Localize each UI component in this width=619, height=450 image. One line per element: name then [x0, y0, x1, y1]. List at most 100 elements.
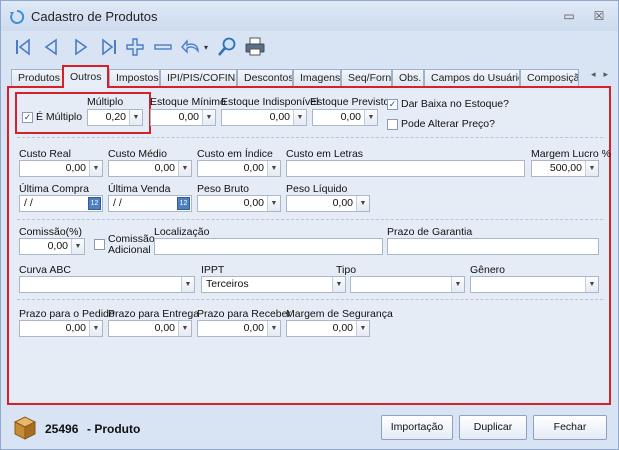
chevron-down-icon[interactable]: ▼ — [332, 277, 345, 292]
e-multiplo-checkbox[interactable]: ✓ — [22, 112, 33, 123]
chevron-down-icon[interactable]: ▼ — [129, 110, 142, 125]
alterar-preco-checkbox[interactable] — [387, 119, 398, 130]
margem-lucro-value: 500,00 — [549, 162, 582, 174]
tab-seq-forn[interactable]: Seq/Forn — [341, 69, 392, 87]
minimize-button[interactable]: ▭ — [561, 9, 577, 23]
calendar-icon[interactable]: 12 — [177, 197, 190, 210]
chevron-down-icon[interactable]: ▼ — [356, 196, 369, 211]
custo-letras-input[interactable] — [286, 160, 525, 177]
toolbar: ▾ — [11, 35, 311, 61]
localizacao-input[interactable] — [154, 238, 383, 255]
chevron-down-icon[interactable]: ▼ — [356, 321, 369, 336]
dar-baixa-label: Dar Baixa no Estoque? — [401, 98, 509, 110]
prazo-pedido-label: Prazo para o Pedido — [19, 308, 115, 320]
remove-icon[interactable] — [151, 35, 175, 59]
chevron-down-icon[interactable]: ▼ — [181, 277, 194, 292]
curva-abc-label: Curva ABC — [19, 264, 71, 276]
custo-indice-input[interactable]: 0,00 ▼ — [197, 160, 281, 177]
prazo-receber-value: 0,00 — [243, 322, 264, 334]
multiplo-input[interactable]: 0,20 ▼ — [87, 109, 143, 126]
previous-record-icon[interactable] — [39, 35, 63, 59]
tab-obs[interactable]: Obs. — [392, 69, 424, 87]
chevron-down-icon[interactable]: ▼ — [178, 321, 191, 336]
chevron-down-icon[interactable]: ▼ — [202, 110, 215, 125]
estoque-indisponivel-input[interactable]: 0,00 ▼ — [221, 109, 307, 126]
margem-seguranca-input[interactable]: 0,00 ▼ — [286, 320, 370, 337]
chevron-down-icon[interactable]: ▼ — [585, 277, 598, 292]
next-record-icon[interactable] — [69, 35, 93, 59]
prazo-garantia-input[interactable] — [387, 238, 599, 255]
estoque-previsto-input[interactable]: 0,00 ▼ — [312, 109, 378, 126]
chevron-down-icon[interactable]: ▼ — [267, 321, 280, 336]
custo-real-label: Custo Real — [19, 148, 71, 160]
chevron-down-icon[interactable]: ▼ — [267, 161, 280, 176]
tab-ipi-pis-cofins[interactable]: IPI/PIS/COFINS — [160, 69, 237, 87]
estoque-minimo-input[interactable]: 0,00 ▼ — [150, 109, 216, 126]
ippt-select[interactable]: Terceiros ▼ — [201, 276, 346, 293]
close-button[interactable]: ☒ — [591, 9, 607, 23]
chevron-down-icon[interactable]: ▼ — [451, 277, 464, 292]
estoque-minimo-label: Estoque Mínimo — [150, 96, 226, 108]
chevron-down-icon[interactable]: ▼ — [267, 196, 280, 211]
duplicar-button[interactable]: Duplicar — [459, 415, 527, 440]
custo-real-input[interactable]: 0,00 ▼ — [19, 160, 103, 177]
tab-imagens[interactable]: Imagens — [293, 69, 341, 87]
undo-dropdown-icon[interactable]: ▾ — [201, 35, 211, 59]
estoque-previsto-value: 0,00 — [340, 111, 361, 123]
comissao-adicional-checkbox[interactable] — [94, 239, 105, 250]
custo-indice-value: 0,00 — [243, 162, 264, 174]
prazo-receber-input[interactable]: 0,00 ▼ — [197, 320, 281, 337]
prazo-entrega-input[interactable]: 0,00 ▼ — [108, 320, 192, 337]
tipo-select[interactable]: ▼ — [350, 276, 465, 293]
tab-scroll-arrows[interactable]: ◂▸ — [591, 69, 616, 80]
prazo-pedido-input[interactable]: 0,00 ▼ — [19, 320, 103, 337]
calendar-icon[interactable]: 12 — [88, 197, 101, 210]
prazo-entrega-label: Prazo para Entrega — [108, 308, 200, 320]
custo-medio-input[interactable]: 0,00 ▼ — [108, 160, 192, 177]
tab-produtos[interactable]: Produtos — [11, 69, 63, 87]
tab-composicao[interactable]: Composiçã — [520, 69, 579, 87]
chevron-down-icon[interactable]: ▼ — [585, 161, 598, 176]
ultima-venda-label: Última Venda — [108, 183, 171, 195]
comissao-input[interactable]: 0,00 ▼ — [19, 238, 85, 255]
main-window: Cadastro de Produtos ▭ ☒ ▾ Produtos Outr… — [0, 0, 619, 450]
fechar-button[interactable]: Fechar — [533, 415, 607, 440]
peso-liquido-label: Peso Líquido — [286, 183, 348, 195]
peso-bruto-input[interactable]: 0,00 ▼ — [197, 195, 281, 212]
undo-icon[interactable] — [179, 35, 203, 59]
margem-seguranca-value: 0,00 — [332, 322, 353, 334]
dar-baixa-checkbox[interactable]: ✓ — [387, 99, 398, 110]
last-record-icon[interactable] — [97, 35, 121, 59]
app-refresh-icon — [10, 9, 25, 24]
chevron-down-icon[interactable]: ▼ — [364, 110, 377, 125]
product-name: - Produto — [87, 422, 141, 436]
chevron-down-icon[interactable]: ▼ — [89, 321, 102, 336]
tab-outros[interactable]: Outros — [62, 65, 109, 88]
chevron-down-icon[interactable]: ▼ — [178, 161, 191, 176]
curva-abc-select[interactable]: ▼ — [19, 276, 195, 293]
ultima-venda-input[interactable]: / / 12 — [108, 195, 192, 212]
ultima-compra-label: Última Compra — [19, 183, 90, 195]
chevron-down-icon[interactable]: ▼ — [293, 110, 306, 125]
add-icon[interactable] — [123, 35, 147, 59]
chevron-down-icon[interactable]: ▼ — [71, 239, 84, 254]
search-icon[interactable] — [215, 35, 239, 59]
chevron-down-icon[interactable]: ▼ — [89, 161, 102, 176]
estoque-previsto-label: Estoque Previsto — [310, 96, 390, 108]
peso-liquido-input[interactable]: 0,00 ▼ — [286, 195, 370, 212]
localizacao-label: Localização — [154, 226, 210, 238]
tab-campos-usuario[interactable]: Campos do Usuário — [424, 69, 520, 87]
estoque-indisponivel-label: Estoque Indisponível — [221, 96, 319, 108]
genero-select[interactable]: ▼ — [470, 276, 599, 293]
title-bar: Cadastro de Produtos ▭ ☒ — [1, 1, 618, 31]
tab-descontos[interactable]: Descontos — [237, 69, 293, 87]
ultima-compra-input[interactable]: / / 12 — [19, 195, 103, 212]
print-icon[interactable] — [243, 35, 267, 59]
first-record-icon[interactable] — [11, 35, 35, 59]
ippt-label: IPPT — [201, 264, 225, 276]
product-code: 25496 — [45, 422, 79, 436]
margem-lucro-input[interactable]: 500,00 ▼ — [531, 160, 599, 177]
tab-impostos[interactable]: Impostos — [109, 69, 160, 87]
tab-bar: Produtos Outros Impostos IPI/PIS/COFINS … — [11, 65, 609, 88]
importacao-button[interactable]: Importação — [381, 415, 453, 440]
